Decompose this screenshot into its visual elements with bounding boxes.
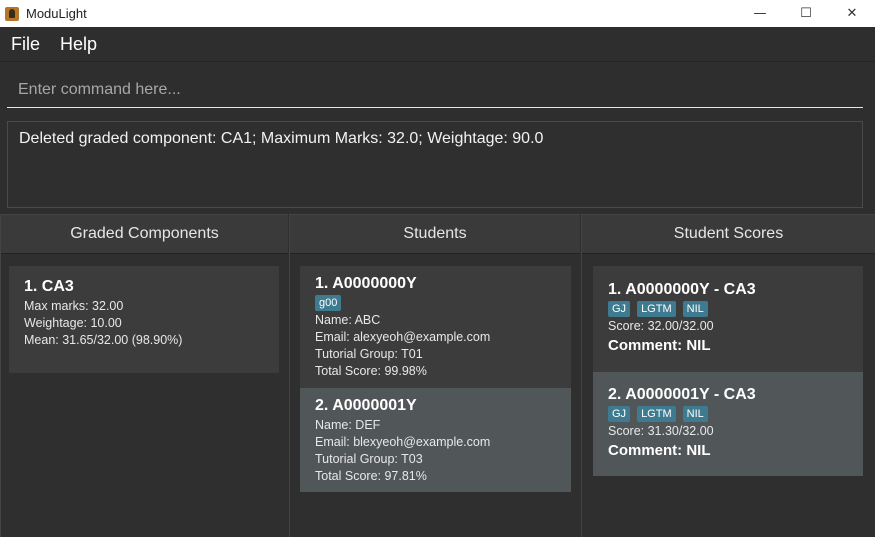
student-total-score: Total Score: 97.81% [315, 469, 427, 483]
student-tag: g00 [315, 295, 342, 311]
score-tag: NIL [682, 301, 708, 317]
command-box [0, 62, 875, 114]
student-card[interactable]: 1. A0000000Y g00 Name: ABC Email: alexye… [300, 266, 571, 388]
students-panel: Students 1. A0000000Y g00 Name: ABC Emai… [289, 214, 580, 537]
student-tutorial-group: Tutorial Group: T03 [315, 452, 423, 466]
result-display: Deleted graded component: CA1; Maximum M… [7, 121, 863, 208]
component-mean: Mean: 31.65/32.00 (98.90%) [24, 333, 183, 347]
score-value: Score: 31.30/32.00 [608, 424, 714, 438]
student-scores-panel: Student Scores 1. A0000000Y - CA3 GJ LGT… [581, 214, 875, 537]
score-title: 1. A0000000Y - CA3 [608, 281, 756, 298]
graded-components-header: Graded Components [1, 214, 288, 254]
student-tutorial-group: Tutorial Group: T01 [315, 347, 423, 361]
students-header: Students [290, 214, 580, 254]
student-total-score: Total Score: 99.98% [315, 364, 427, 378]
student-title: 2. A0000001Y [315, 397, 417, 414]
menu-file[interactable]: File [0, 34, 49, 55]
score-tag: GJ [608, 406, 631, 422]
window-controls: — ☐ ✕ [737, 0, 875, 27]
score-value: Score: 32.00/32.00 [608, 319, 714, 333]
menu-bar: File Help [0, 27, 875, 62]
score-comment: Comment: NIL [608, 442, 711, 459]
student-email: Email: alexyeoh@example.com [315, 330, 491, 344]
student-card-selected[interactable]: 2. A0000001Y Name: DEF Email: blexyeoh@e… [300, 388, 571, 492]
student-score-card[interactable]: 1. A0000000Y - CA3 GJ LGTM NIL Score: 32… [593, 266, 863, 372]
result-text: Deleted graded component: CA1; Maximum M… [19, 130, 544, 147]
student-tags: g00 [315, 295, 556, 311]
student-title: 1. A0000000Y [315, 275, 417, 292]
student-name: Name: DEF [315, 418, 381, 432]
window-title: ModuLight [26, 6, 87, 21]
score-tag: NIL [682, 406, 708, 422]
student-email: Email: blexyeoh@example.com [315, 435, 491, 449]
student-name: Name: ABC [315, 313, 381, 327]
score-tag: GJ [608, 301, 631, 317]
minimize-button[interactable]: — [737, 0, 783, 27]
score-tag: LGTM [637, 301, 676, 317]
component-weightage: Weightage: 10.00 [24, 316, 122, 330]
score-tag: LGTM [637, 406, 676, 422]
student-scores-header: Student Scores [582, 214, 875, 254]
component-max-marks: Max marks: 32.00 [24, 299, 124, 313]
score-tags: GJ LGTM NIL [608, 301, 848, 317]
score-title: 2. A0000001Y - CA3 [608, 386, 756, 403]
graded-component-card[interactable]: 1. CA3 Max marks: 32.00 Weightage: 10.00… [9, 266, 279, 373]
graded-components-panel: Graded Components 1. CA3 Max marks: 32.0… [0, 214, 288, 537]
close-button[interactable]: ✕ [829, 0, 875, 27]
student-score-card-selected[interactable]: 2. A0000001Y - CA3 GJ LGTM NIL Score: 31… [593, 372, 863, 476]
title-bar: ModuLight — ☐ ✕ [0, 0, 875, 27]
score-tags: GJ LGTM NIL [608, 406, 848, 422]
maximize-button[interactable]: ☐ [783, 0, 829, 27]
command-input[interactable] [7, 72, 863, 108]
score-comment: Comment: NIL [608, 337, 711, 354]
menu-help[interactable]: Help [49, 34, 106, 55]
component-title: 1. CA3 [24, 278, 74, 295]
app-logo-icon [5, 6, 19, 21]
